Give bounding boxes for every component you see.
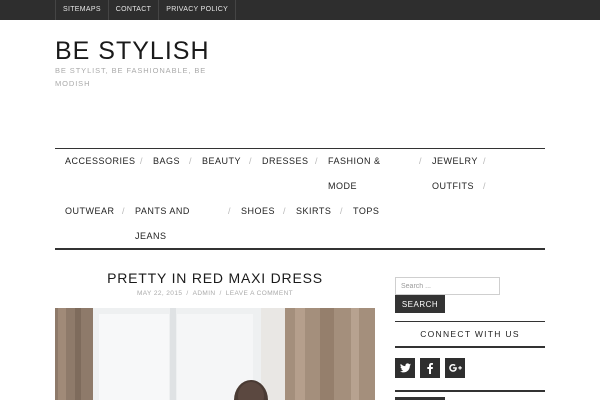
widget-divider (395, 390, 545, 392)
nav-item-pants-and-jeans-line2[interactable]: JEANS (135, 224, 167, 249)
nav-item-outwear[interactable]: OUTWEAR (65, 199, 115, 224)
nav-separator: / (122, 206, 125, 216)
top-nav-sitemaps-link[interactable]: SITEMAPS (56, 0, 109, 20)
nav-separator: / (140, 156, 143, 166)
nav-item-shoes[interactable]: SHOES (241, 199, 275, 224)
nav-item-skirts[interactable]: SKIRTS (296, 199, 331, 224)
nav-item-jewelry[interactable]: JEWELRY (432, 149, 478, 174)
connect-widget-title: CONNECT WITH US (395, 321, 545, 348)
twitter-icon[interactable] (395, 358, 415, 378)
nav-separator: / (189, 156, 192, 166)
nav-separator: / (483, 181, 486, 191)
nav-item-outfits[interactable]: OUTFITS (432, 174, 474, 199)
top-nav: SITEMAPS CONTACT PRIVACY POLICY (55, 0, 237, 20)
post-author-link[interactable]: ADMIN (193, 290, 216, 297)
nav-item-beauty[interactable]: BEAUTY (202, 149, 241, 174)
post-title[interactable]: PRETTY IN RED MAXI DRESS (55, 270, 375, 286)
meta-separator: / (186, 290, 189, 297)
post-date: MAY 22, 2015 (136, 290, 183, 297)
top-nav-contact-link[interactable]: CONTACT (109, 0, 160, 20)
nav-separator: / (483, 156, 486, 166)
top-bar: SITEMAPS CONTACT PRIVACY POLICY (0, 0, 600, 20)
site-description: BE STYLIST, BE FASHIONABLE, BE MODISH (55, 66, 207, 88)
nav-separator: / (249, 156, 252, 166)
nav-item-accessories[interactable]: ACCESSORIES (65, 149, 136, 174)
leave-comment-link[interactable]: LEAVE A COMMENT (226, 290, 293, 297)
nav-item-pants-and-jeans[interactable]: PANTS AND (135, 199, 190, 224)
search-input[interactable] (395, 277, 500, 295)
nav-item-bags[interactable]: BAGS (153, 149, 180, 174)
meta-separator: / (219, 290, 222, 297)
main-nav: ACCESSORIES / BAGS / BEAUTY / DRESSES / … (55, 148, 545, 250)
facebook-icon[interactable] (420, 358, 440, 378)
nav-separator: / (419, 156, 422, 166)
post-meta: MAY 22, 2015/ADMIN / LEAVE A COMMENT (55, 290, 375, 297)
post-featured-image[interactable] (55, 308, 375, 400)
nav-separator: / (340, 206, 343, 216)
google-plus-icon[interactable] (445, 358, 465, 378)
nav-item-tops[interactable]: TOPS (353, 199, 379, 224)
site-title[interactable]: BE STYLISH (55, 37, 210, 66)
nav-separator: / (283, 206, 286, 216)
nav-item-fashion-mode[interactable]: FASHION & (328, 149, 381, 174)
nav-item-dresses[interactable]: DRESSES (262, 149, 309, 174)
top-nav-privacy-policy-link[interactable]: PRIVACY POLICY (159, 0, 237, 20)
nav-separator: / (315, 156, 318, 166)
post-image-photo (55, 308, 375, 400)
search-button[interactable]: SEARCH (395, 295, 445, 313)
nav-item-fashion-mode-line2[interactable]: MODE (328, 174, 357, 199)
nav-separator: / (228, 206, 231, 216)
